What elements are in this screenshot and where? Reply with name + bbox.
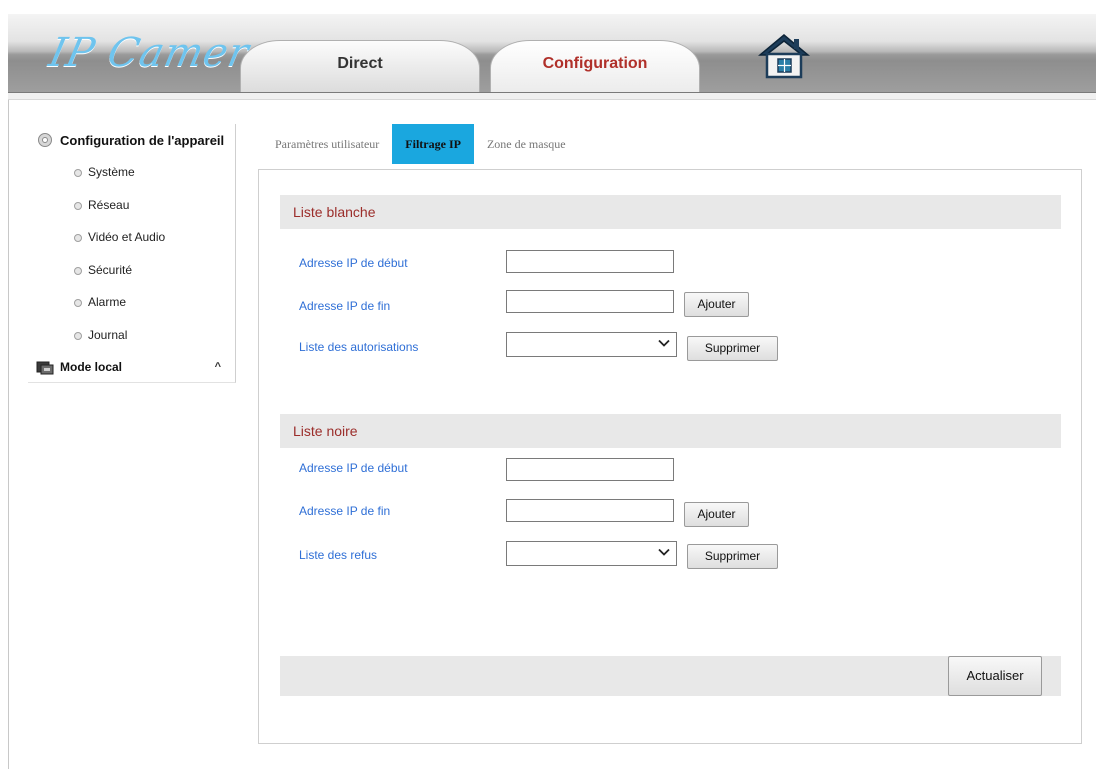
left-border bbox=[8, 100, 9, 769]
sidebar-item-journal[interactable]: Journal bbox=[28, 318, 236, 351]
blacklist-end-ip-input[interactable] bbox=[506, 499, 674, 522]
bullet-icon bbox=[74, 234, 82, 242]
tab-mask-zone[interactable]: Zone de masque bbox=[474, 124, 579, 164]
sidebar-section-label: Configuration de l'appareil bbox=[60, 132, 225, 148]
sidebar-item-local-mode[interactable]: Mode local ^ bbox=[28, 351, 236, 383]
sidebar: Configuration de l'appareil Système Rése… bbox=[28, 124, 236, 383]
whitelist-end-ip-input[interactable] bbox=[506, 290, 674, 313]
chevron-up-icon: ^ bbox=[214, 360, 221, 373]
sidebar-section-device-config[interactable]: Configuration de l'appareil bbox=[28, 124, 236, 156]
whitelist-delete-button[interactable]: Supprimer bbox=[687, 336, 778, 361]
blacklist-delete-button[interactable]: Supprimer bbox=[687, 544, 778, 569]
app-header: IP Camera Direct Configuration bbox=[0, 0, 1096, 100]
whitelist-end-ip-label: Adresse IP de fin bbox=[299, 299, 391, 313]
sidebar-item-securite[interactable]: Sécurité bbox=[28, 253, 236, 286]
blacklist-start-ip-input[interactable] bbox=[506, 458, 674, 481]
blacklist-end-ip-label: Adresse IP de fin bbox=[299, 504, 391, 518]
tab-ip-filtering[interactable]: Filtrage IP bbox=[392, 124, 474, 164]
blacklist-header: Liste noire bbox=[280, 414, 1061, 448]
bullet-icon bbox=[74, 331, 82, 340]
blacklist-add-button[interactable]: Ajouter bbox=[684, 502, 749, 527]
whitelist-header: Liste blanche bbox=[280, 195, 1061, 229]
bullet-icon bbox=[74, 299, 82, 307]
whitelist-start-ip-label: Adresse IP de début bbox=[299, 256, 408, 270]
tab-configuration[interactable]: Configuration bbox=[490, 40, 700, 92]
bullet-icon bbox=[74, 169, 82, 177]
sidebar-item-label: Vidéo et Audio bbox=[88, 230, 166, 244]
tab-user-settings[interactable]: Paramètres utilisateur bbox=[262, 124, 392, 164]
local-mode-icon bbox=[36, 359, 54, 375]
whitelist-select[interactable] bbox=[506, 332, 677, 357]
ip-filter-panel: Liste blanche Adresse IP de début Adress… bbox=[258, 169, 1082, 744]
gear-icon bbox=[36, 131, 54, 149]
sidebar-item-alarme[interactable]: Alarme bbox=[28, 286, 236, 319]
whitelist-start-ip-input[interactable] bbox=[506, 250, 674, 273]
sidebar-item-reseau[interactable]: Réseau bbox=[28, 188, 236, 221]
home-button[interactable] bbox=[757, 33, 811, 79]
bullet-icon bbox=[74, 201, 82, 210]
chevron-down-icon bbox=[658, 336, 670, 352]
chevron-down-icon bbox=[658, 545, 670, 561]
sidebar-item-video-audio[interactable]: Vidéo et Audio bbox=[28, 221, 236, 254]
blacklist-list-label: Liste des refus bbox=[299, 548, 378, 562]
home-icon bbox=[757, 34, 811, 79]
blacklist-start-ip-label: Adresse IP de début bbox=[299, 461, 408, 475]
panel-footer: Actualiser bbox=[280, 656, 1061, 696]
whitelist-list-label: Liste des autorisations bbox=[299, 340, 419, 354]
whitelist-add-button[interactable]: Ajouter bbox=[684, 292, 749, 317]
refresh-button[interactable]: Actualiser bbox=[948, 656, 1042, 696]
subtab-bar: Paramètres utilisateur Filtrage IP Zone … bbox=[262, 124, 579, 164]
bullet-icon bbox=[74, 266, 82, 275]
sidebar-item-label: Mode local bbox=[60, 359, 123, 374]
sidebar-item-systeme[interactable]: Système bbox=[28, 156, 236, 189]
tab-direct[interactable]: Direct bbox=[240, 40, 480, 92]
blacklist-select[interactable] bbox=[506, 541, 677, 566]
